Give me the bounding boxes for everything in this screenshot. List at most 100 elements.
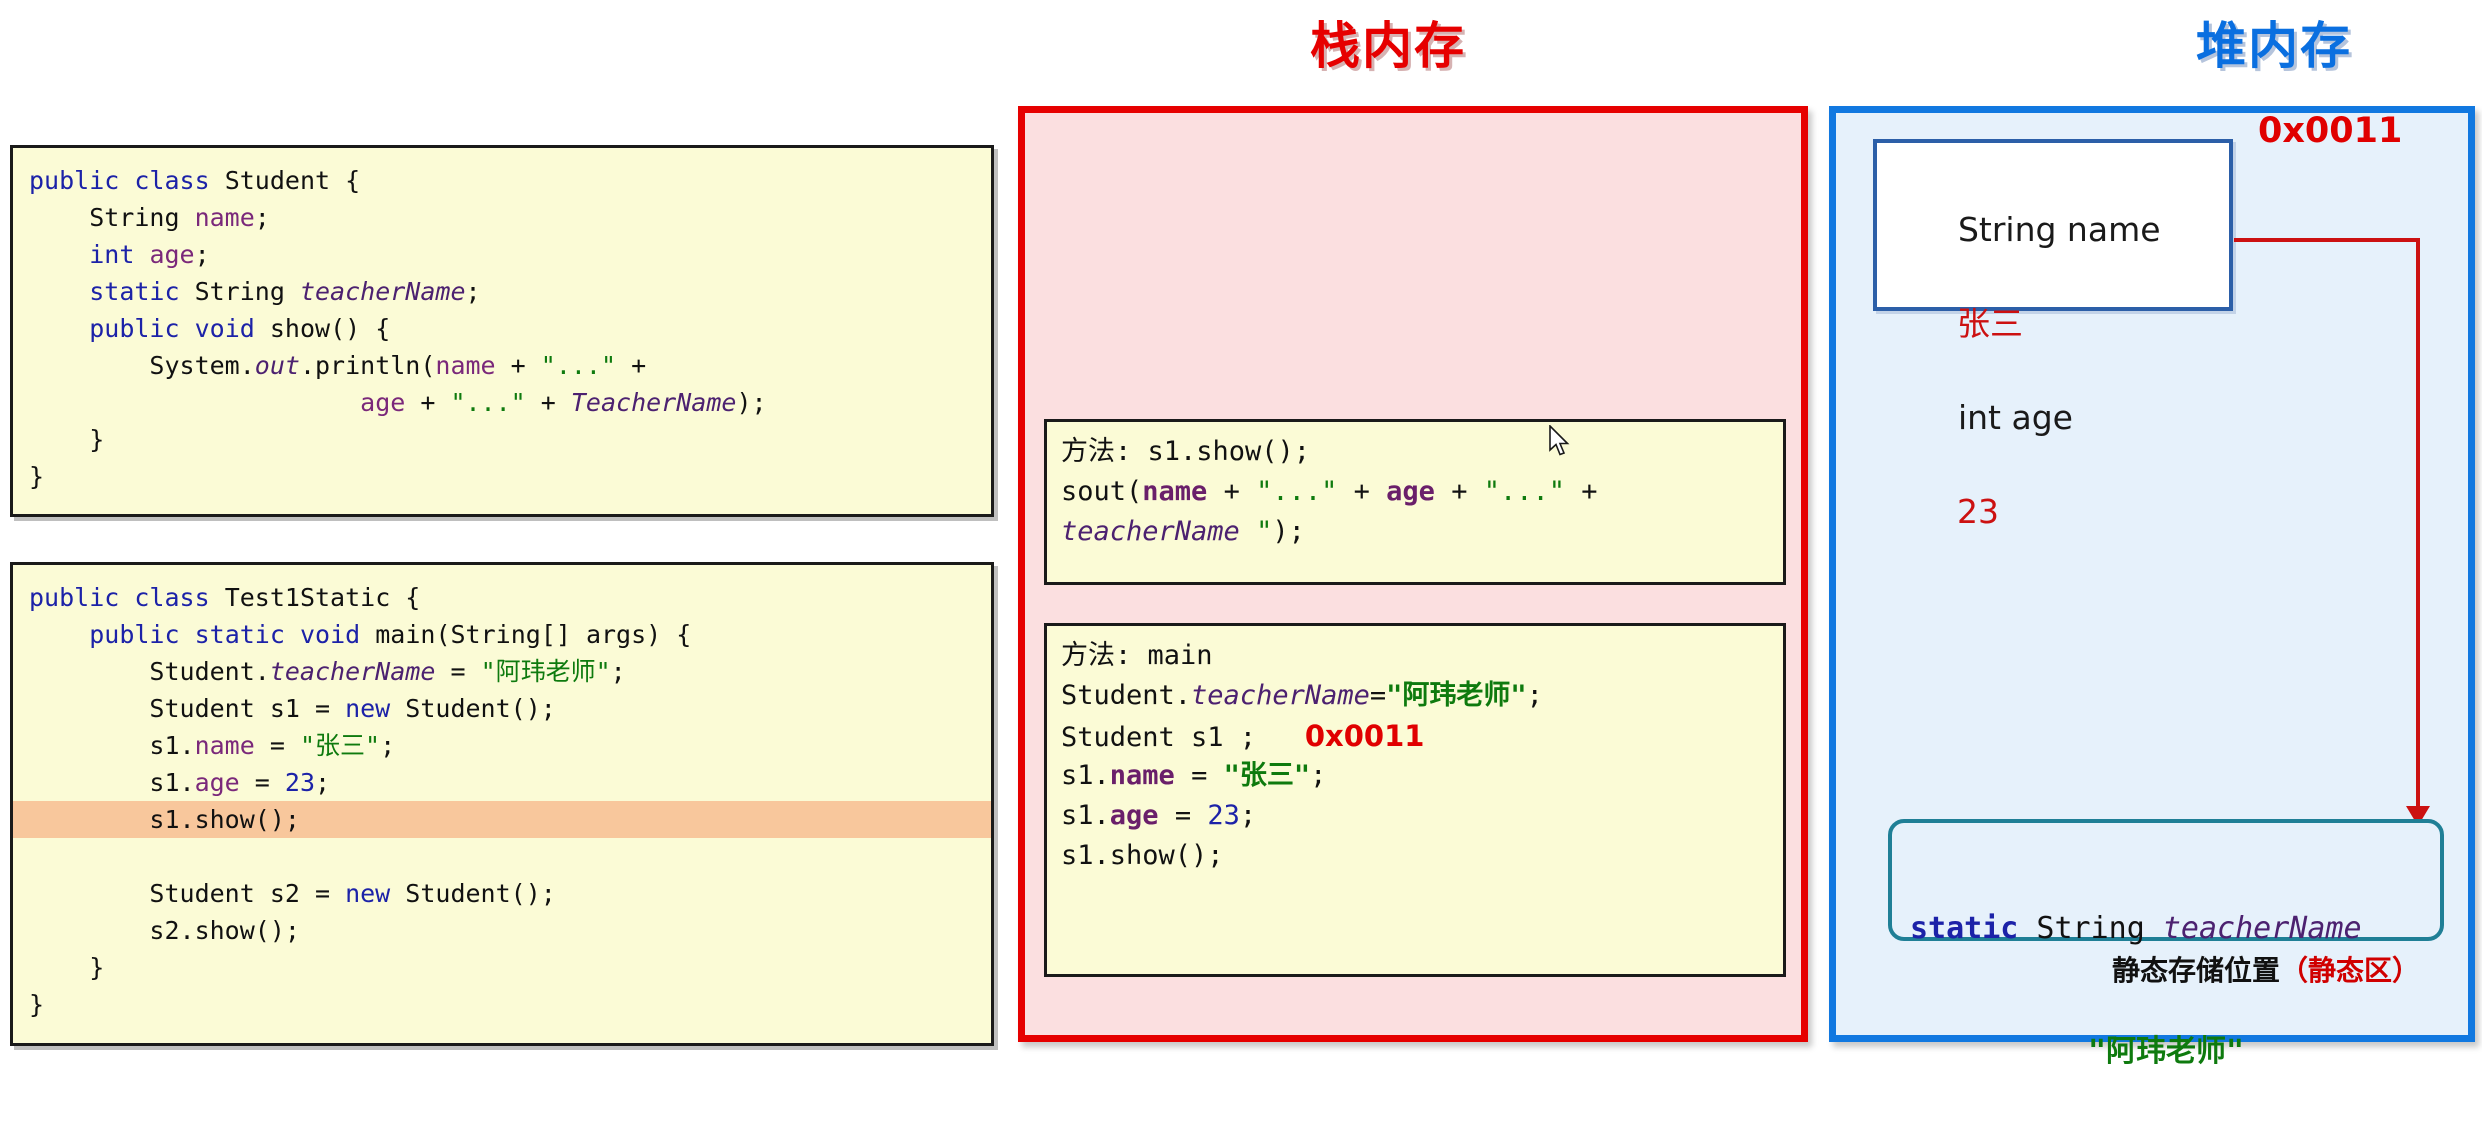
frame-token: name <box>1142 476 1208 507</box>
code-token: Student. <box>29 657 270 686</box>
code-token: TeacherName <box>570 388 737 417</box>
frame-token: "阿玮老师" <box>1386 680 1527 711</box>
code-token: age <box>149 240 195 269</box>
code-token: String <box>179 277 300 306</box>
code-token: class <box>134 166 210 195</box>
diagram-canvas: public class Student { String name; int … <box>0 0 2482 1069</box>
static-decl-token: static <box>1910 911 2019 946</box>
code-token: System. <box>29 351 255 380</box>
code-token: Student s2 = <box>29 879 346 908</box>
frame-token: = <box>1369 680 1387 711</box>
code-token: name <box>194 203 255 232</box>
frame-token: : s1.show(); <box>1115 436 1311 467</box>
code-line: age + "..." + TeacherName); <box>13 384 991 421</box>
frame-token: : main <box>1115 640 1213 671</box>
code-line: } <box>13 986 991 1023</box>
code-token: new <box>345 879 391 908</box>
frame-token: name <box>1109 760 1175 791</box>
code-token: public <box>29 166 120 195</box>
object-field-age-value: 23 <box>1957 492 1999 531</box>
code-line: s2.show(); <box>13 912 991 949</box>
heap-memory-title: 堆内存 <box>2196 17 2352 75</box>
code-token: teacherName <box>269 657 436 686</box>
code-token: } <box>29 990 45 1019</box>
static-value: "阿玮老师" <box>2087 1034 2245 1069</box>
code-line: String name; <box>13 199 991 236</box>
code-token: static <box>194 620 285 649</box>
code-token: + <box>405 388 451 417</box>
code-token: ; <box>315 768 331 797</box>
stack-frame-show: 方法: s1.show(); sout(name + "..." + age + … <box>1044 419 1786 585</box>
code-line: static String teacherName; <box>13 273 991 310</box>
frame-token: + <box>1565 476 1598 507</box>
code-token: .println( <box>299 351 436 380</box>
code-line: int age; <box>13 236 991 273</box>
frame-token: + <box>1434 476 1484 507</box>
stack-frame-line: s1.age = 23; <box>1061 796 1783 836</box>
frame-token: 方法 <box>1061 436 1115 467</box>
frame-token: = <box>1158 800 1208 831</box>
code-line: } <box>13 949 991 986</box>
frame-token <box>1240 516 1256 547</box>
code-token: public <box>29 583 120 612</box>
code-token: static <box>89 277 180 306</box>
frame-token: + <box>1337 476 1387 507</box>
code-token: age <box>194 768 240 797</box>
code-token: = <box>254 731 300 760</box>
frame-token: ; <box>1239 800 1257 831</box>
code-token: show() { <box>254 314 391 343</box>
code-token: name <box>435 351 496 380</box>
static-caption-red: （静态区） <box>2280 954 2421 987</box>
stack-memory-panel: 方法: s1.show(); sout(name + "..." + age + … <box>1018 106 1808 1042</box>
frame-token: "..." <box>1483 476 1565 507</box>
code-token: teacherName <box>299 277 466 306</box>
code-token: + <box>525 388 571 417</box>
frame-token: "..." <box>1256 476 1338 507</box>
frame-token: teacherName <box>1191 680 1370 711</box>
heap-memory-panel: String name 张三 int age 23 0x0011 static … <box>1829 106 2475 1069</box>
code-token: String <box>29 203 195 232</box>
code-token: ; <box>465 277 481 306</box>
code-line: public class Student { <box>13 162 991 199</box>
code-token: "张三" <box>299 731 381 760</box>
code-token: } <box>29 425 105 454</box>
code-token: Student(); <box>390 879 556 908</box>
frame-token: age <box>1109 800 1159 831</box>
code-token: void <box>299 620 361 649</box>
code-token: ; <box>254 203 270 232</box>
static-declaration: static String teacherName <box>1892 911 2440 946</box>
code-token: } <box>29 953 105 982</box>
frame-token: s1. <box>1061 800 1110 831</box>
frame-token: ; <box>1526 680 1543 711</box>
static-decl-token: String <box>2018 911 2163 946</box>
code-token: ; <box>194 240 210 269</box>
frame-token: s1.show(); <box>1061 840 1224 871</box>
code-line: } <box>13 421 991 458</box>
code-token: = <box>239 768 285 797</box>
frame-token: 方法 <box>1061 640 1115 671</box>
code-token: 23 <box>284 768 315 797</box>
stack-frame-line: Student s1 ; 0x0011 <box>1061 716 1783 756</box>
static-decl-token: teacherName <box>2162 911 2362 946</box>
code-token: class <box>134 583 210 612</box>
code-line: Student.teacherName = "阿玮老师"; <box>13 653 991 690</box>
stack-frame-line: teacherName "); <box>1061 512 1783 552</box>
stack-frame-line: s1.show(); <box>1061 836 1783 876</box>
code-token: "阿玮老师" <box>480 657 611 686</box>
stack-frame-line: 方法: s1.show(); <box>1061 432 1783 472</box>
heap-object-box: String name 张三 int age 23 <box>1873 139 2233 531</box>
object-field-age-label: int age <box>1957 398 2073 437</box>
frame-token: + <box>1207 476 1257 507</box>
stack-frame-line: s1.name = "张三"; <box>1061 756 1783 796</box>
code-token: } <box>29 462 45 491</box>
code-line: System.out.println(name + "..." + <box>13 347 991 384</box>
frame-token: 23 <box>1207 800 1240 831</box>
code-token: public <box>89 314 180 343</box>
code-token: Student s1 = <box>29 694 346 723</box>
